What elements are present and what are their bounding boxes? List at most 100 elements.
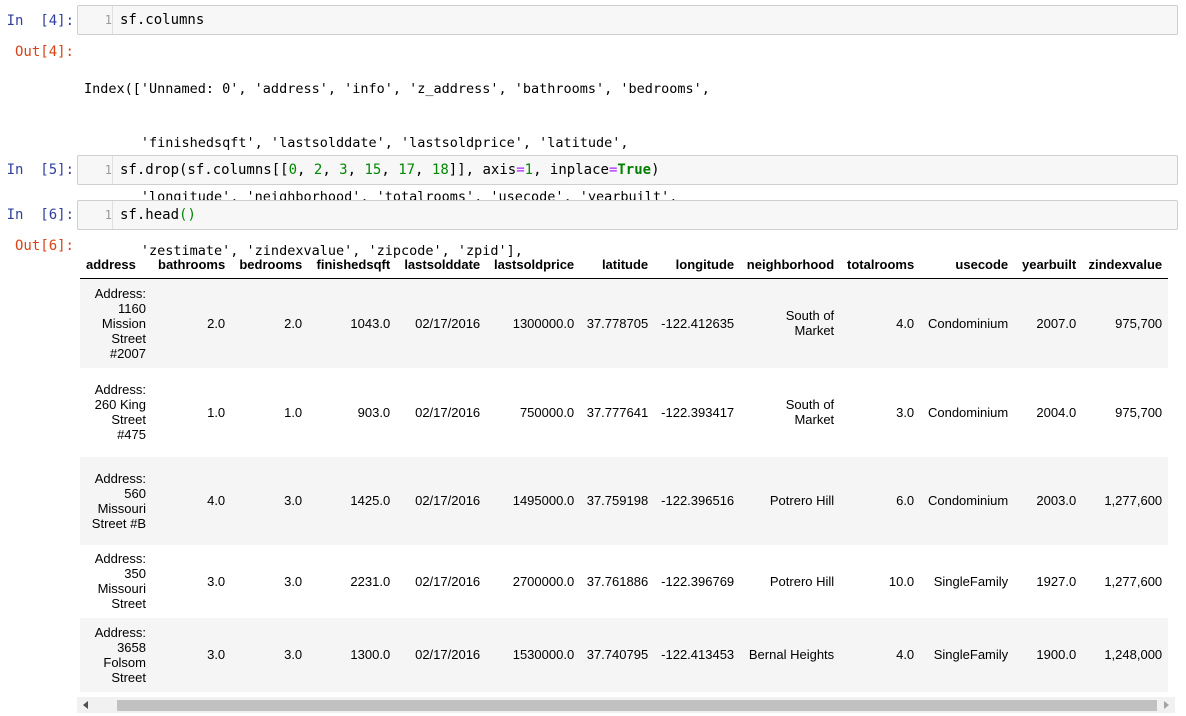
- cell-latitude: 37.778705: [586, 315, 649, 331]
- cell-bedrooms: 3.0: [284, 647, 303, 662]
- cell-usecode: SingleFamily: [933, 647, 1009, 662]
- cell-neighborhood: Potrero Hill: [769, 573, 835, 589]
- column-header: zindexvalue: [1082, 250, 1169, 279]
- column-header: totalrooms: [840, 250, 921, 279]
- column-header: longitude: [654, 250, 741, 279]
- cell-lastsoldprice: 750000.0: [519, 404, 575, 420]
- cell-zindexvalue: 1,277,600: [1104, 493, 1163, 508]
- cell-latitude: 37.740795: [586, 647, 649, 662]
- cell-totalrooms: 6.0: [896, 493, 915, 508]
- column-header: address: [80, 250, 152, 279]
- code-text: sf.head(): [120, 207, 196, 223]
- column-header: lastsolddate: [396, 250, 487, 279]
- line-number: 1: [78, 201, 113, 229]
- cell-neighborhood: Potrero Hill: [769, 493, 835, 508]
- table-row: Address: 350 Missouri Street 3.0 3.0 223…: [80, 544, 1169, 618]
- table-row: Address: 560 Missouri Street #B 4.0 3.0 …: [80, 456, 1169, 545]
- scroll-right-arrow-icon[interactable]: [1164, 701, 1169, 709]
- cell-bedrooms: 2.0: [284, 315, 303, 331]
- table-header-row: address bathrooms bedrooms finishedsqft …: [80, 250, 1169, 279]
- cell-lastsoldprice: 1495000.0: [512, 493, 575, 508]
- cell-lastsolddate: 02/17/2016: [415, 404, 481, 420]
- cell-bathrooms: 3.0: [207, 647, 226, 662]
- cell-address: Address: 560 Missouri Street #B: [91, 470, 146, 531]
- cell-totalrooms: 4.0: [896, 315, 915, 331]
- column-header: finishedsqft: [308, 250, 397, 279]
- horizontal-scrollbar[interactable]: [77, 697, 1175, 713]
- cell-neighborhood: Bernal Heights: [748, 647, 835, 662]
- code-cell-6[interactable]: 1 sf.head(): [77, 200, 1178, 230]
- cell-finishedsqft: 1043.0: [350, 315, 391, 331]
- cell-neighborhood: South of Market: [785, 397, 835, 427]
- cell-yearbuilt: 1900.0: [1036, 647, 1077, 662]
- column-header: usecode: [920, 250, 1015, 279]
- output-line: 'finishedsqft', 'lastsolddate', 'lastsol…: [84, 135, 629, 151]
- cell-totalrooms: 3.0: [896, 404, 915, 420]
- cell-latitude: 37.761886: [586, 573, 649, 589]
- line-number: 1: [78, 156, 113, 184]
- table-row: Address: 1160 Mission Street #2007 2.0 2…: [80, 278, 1169, 368]
- cell-yearbuilt: 2003.0: [1036, 493, 1077, 508]
- in-prompt-5: In [5]:: [6, 162, 74, 178]
- cell-usecode: Condominium: [927, 315, 1009, 331]
- output-line: Index(['Unnamed: 0', 'address', 'info', …: [84, 81, 710, 97]
- cell-bathrooms: 4.0: [207, 493, 226, 508]
- code-cell-4[interactable]: 1 sf.columns: [77, 5, 1178, 35]
- cell-longitude: -122.393417: [661, 404, 735, 420]
- cell-lastsolddate: 02/17/2016: [415, 315, 481, 331]
- cell-usecode: Condominium: [927, 493, 1009, 508]
- column-header: latitude: [580, 250, 655, 279]
- cell-longitude: -122.412635: [661, 315, 735, 331]
- cell-zindexvalue: 975,700: [1115, 404, 1163, 420]
- cell-address: Address: 3658 Folsom Street: [94, 624, 146, 685]
- cell-finishedsqft: 2231.0: [350, 573, 391, 589]
- cell-totalrooms: 10.0: [888, 573, 915, 589]
- cell-bedrooms: 3.0: [284, 573, 303, 589]
- cell-usecode: SingleFamily: [933, 573, 1009, 589]
- cell-neighborhood: South of Market: [785, 308, 835, 339]
- cell-lastsolddate: 02/17/2016: [415, 647, 481, 662]
- cell-longitude: -122.413453: [661, 647, 735, 662]
- cell-totalrooms: 4.0: [896, 647, 915, 662]
- cell-longitude: -122.396769: [661, 573, 735, 589]
- cell-longitude: -122.396516: [661, 493, 735, 508]
- scrollbar-thumb[interactable]: [117, 700, 1157, 711]
- cell-address: Address: 260 King Street #475: [94, 382, 146, 442]
- cell-lastsoldprice: 1530000.0: [512, 647, 575, 662]
- line-number: 1: [78, 6, 113, 34]
- cell-lastsoldprice: 1300000.0: [512, 315, 575, 331]
- column-header: neighborhood: [740, 250, 841, 279]
- cell-bathrooms: 1.0: [207, 404, 226, 420]
- cell-zindexvalue: 1,277,600: [1104, 573, 1163, 589]
- cell-address: Address: 1160 Mission Street #2007: [94, 285, 146, 361]
- cell-latitude: 37.777641: [586, 404, 649, 420]
- cell-bedrooms: 1.0: [284, 404, 303, 420]
- scroll-left-arrow-icon[interactable]: [83, 701, 88, 709]
- cell-finishedsqft: 1300.0: [350, 647, 391, 662]
- cell-lastsolddate: 02/17/2016: [415, 493, 481, 508]
- cell-address: Address: 350 Missouri Street: [94, 551, 146, 611]
- column-header: bedrooms: [231, 250, 309, 279]
- cell-finishedsqft: 1425.0: [350, 493, 391, 508]
- code-text: sf.drop(sf.columns[[0, 2, 3, 15, 17, 18]…: [120, 162, 660, 178]
- in-prompt-4: In [4]:: [6, 13, 74, 29]
- column-header: yearbuilt: [1014, 250, 1083, 279]
- cell-zindexvalue: 975,700: [1115, 315, 1163, 331]
- out-prompt-4: Out[4]:: [14, 44, 74, 60]
- dataframe-table: address bathrooms bedrooms finishedsqft …: [80, 250, 1169, 692]
- out-prompt-6: Out[6]:: [14, 238, 74, 254]
- code-text: sf.columns: [120, 12, 205, 28]
- in-prompt-6: In [6]:: [6, 207, 74, 223]
- cell-finishedsqft: 903.0: [357, 404, 391, 420]
- code-cell-5[interactable]: 1 sf.drop(sf.columns[[0, 2, 3, 15, 17, 1…: [77, 155, 1178, 185]
- cell-bathrooms: 3.0: [207, 573, 226, 589]
- column-header: bathrooms: [152, 250, 232, 279]
- cell-latitude: 37.759198: [586, 493, 649, 508]
- column-header: lastsoldprice: [486, 250, 581, 279]
- cell-yearbuilt: 2007.0: [1036, 315, 1077, 331]
- cell-zindexvalue: 1,248,000: [1104, 647, 1163, 662]
- table-row: Address: 3658 Folsom Street 3.0 3.0 1300…: [80, 617, 1169, 692]
- cell-lastsoldprice: 2700000.0: [512, 573, 575, 589]
- cell-bathrooms: 2.0: [207, 315, 226, 331]
- cell-usecode: Condominium: [927, 404, 1009, 420]
